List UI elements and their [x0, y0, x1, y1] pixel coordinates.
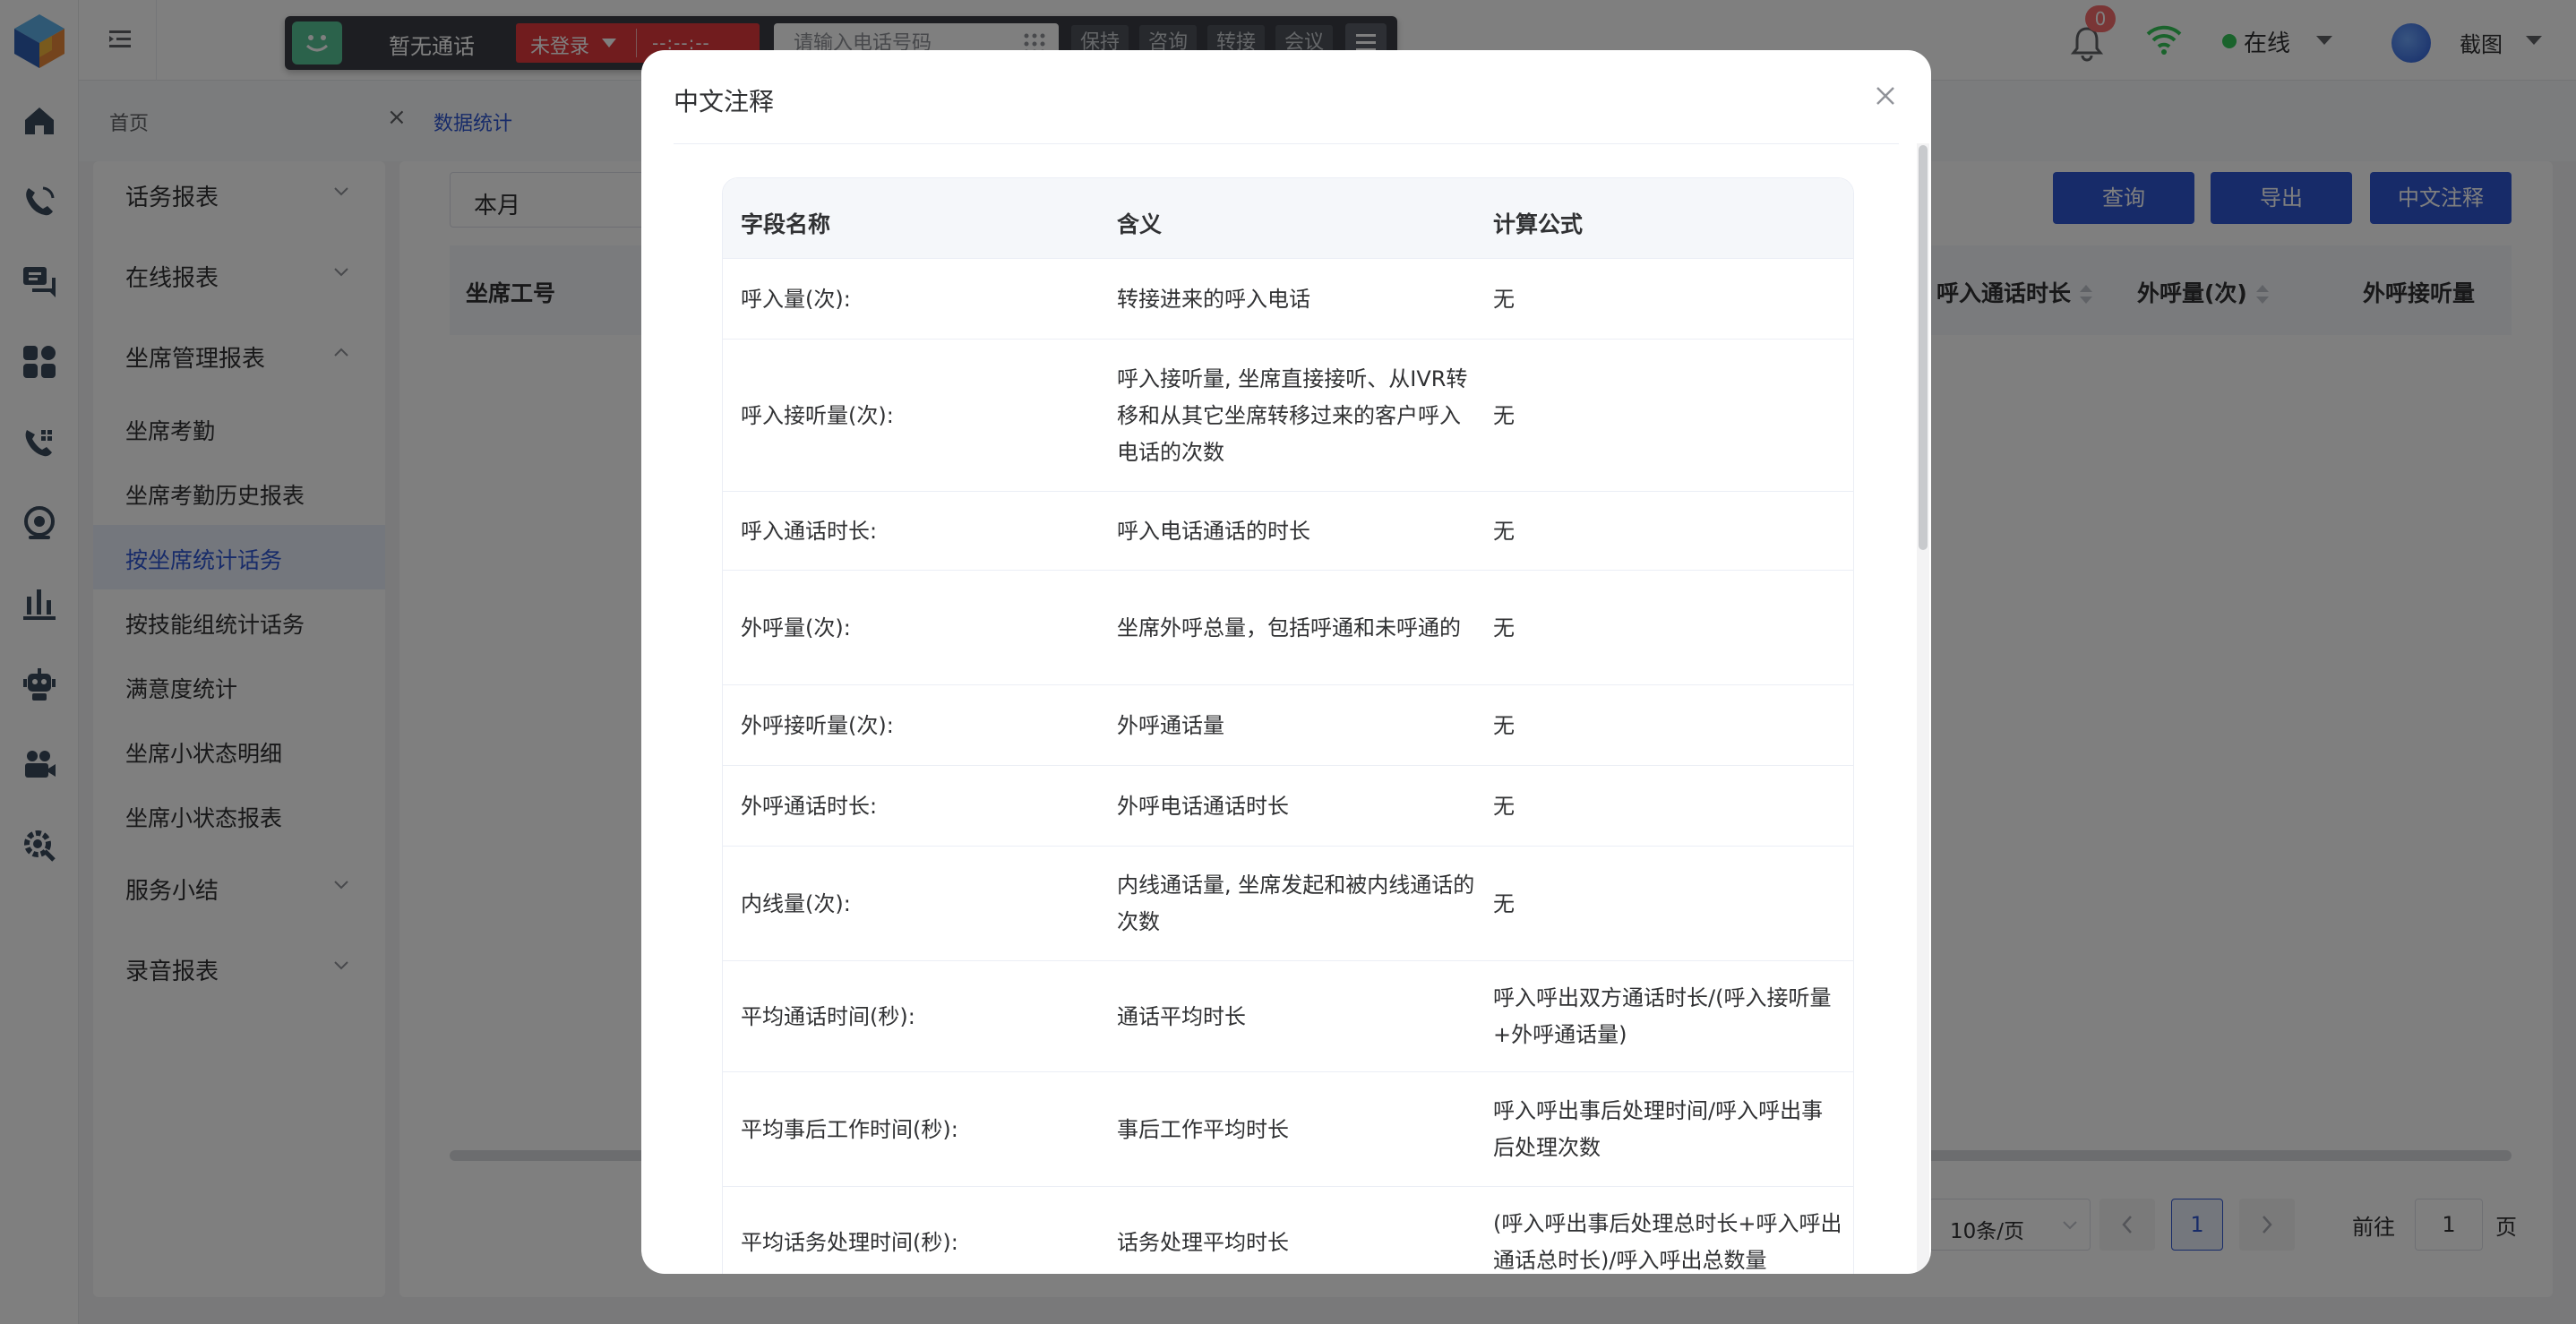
field-formula: 无 [1493, 712, 1515, 738]
field-name: 呼入通话时长: [741, 518, 878, 544]
field-meaning: 外呼通话量 [1117, 712, 1224, 738]
field-meaning: 内线通话量, 坐席发起和被内线通话的次数 [1117, 873, 1475, 934]
field-formula: 无 [1493, 402, 1515, 428]
table-row: 平均通话时间(秒): 通话平均时长 呼入呼出双方通话时长/(呼入接听量+外呼通话… [723, 961, 1853, 1072]
table-row: 外呼接听量(次): 外呼通话量 无 [723, 685, 1853, 766]
header-field-name: 字段名称 [741, 211, 831, 237]
field-formula: 无 [1493, 286, 1515, 312]
field-formula: 呼入呼出事后处理时间/呼入呼出事后处理次数 [1493, 1098, 1824, 1160]
header-meaning: 含义 [1117, 211, 1163, 237]
field-name: 外呼量(次): [741, 615, 851, 641]
table-row: 内线量(次): 内线通话量, 坐席发起和被内线通话的次数 无 [723, 847, 1853, 961]
field-meaning: 话务处理平均时长 [1117, 1229, 1289, 1255]
notes-table-header: 字段名称 含义 计算公式 [723, 178, 1853, 259]
close-icon[interactable] [1870, 81, 1901, 111]
table-row: 平均事后工作时间(秒): 事后工作平均时长 呼入呼出事后处理时间/呼入呼出事后处… [723, 1072, 1853, 1187]
field-name: 平均事后工作时间(秒): [741, 1116, 958, 1142]
field-name: 呼入量(次): [741, 286, 851, 312]
field-name: 外呼通话时长: [741, 793, 878, 819]
field-formula: 呼入呼出双方通话时长/(呼入接听量+外呼通话量) [1493, 985, 1832, 1047]
field-meaning: 坐席外呼总量，包括呼通和未呼通的 [1117, 615, 1461, 641]
header-formula: 计算公式 [1493, 211, 1584, 237]
field-formula: 无 [1493, 518, 1515, 544]
field-name: 呼入接听量(次): [741, 402, 894, 428]
field-name: 内线量(次): [741, 890, 851, 916]
chinese-notes-dialog: 中文注释 字段名称 含义 计算公式 呼入量(次): 转接进来的呼入电话 无 呼入… [641, 50, 1931, 1274]
table-row: 呼入通话时长: 呼入电话通话的时长 无 [723, 492, 1853, 571]
field-name: 外呼接听量(次): [741, 712, 894, 738]
field-name: 平均话务处理时间(秒): [741, 1229, 958, 1255]
divider [674, 143, 1899, 144]
table-row: 平均话务处理时间(秒): 话务处理平均时长 (呼入呼出事后处理总时长+呼入呼出通… [723, 1187, 1853, 1274]
table-row: 外呼量(次): 坐席外呼总量，包括呼通和未呼通的 无 [723, 571, 1853, 685]
field-meaning: 转接进来的呼入电话 [1117, 286, 1310, 312]
dialog-title: 中文注释 [674, 87, 775, 116]
field-formula: (呼入呼出事后处理总时长+呼入呼出通话总时长)/呼入呼出总数量 [1493, 1211, 1842, 1273]
table-row: 呼入量(次): 转接进来的呼入电话 无 [723, 259, 1853, 340]
field-meaning: 呼入电话通话的时长 [1117, 518, 1310, 544]
field-formula: 无 [1493, 615, 1515, 641]
field-formula: 无 [1493, 890, 1515, 916]
field-meaning: 呼入接听量, 坐席直接接听、从IVR转移和从其它坐席转移过来的客户呼入电话的次数 [1117, 365, 1468, 465]
field-meaning: 通话平均时长 [1117, 1003, 1246, 1029]
vertical-scrollbar[interactable] [1919, 145, 1928, 550]
table-row: 呼入接听量(次): 呼入接听量, 坐席直接接听、从IVR转移和从其它坐席转移过来… [723, 340, 1853, 492]
field-meaning: 事后工作平均时长 [1117, 1116, 1289, 1142]
field-name: 平均通话时间(秒): [741, 1003, 915, 1029]
notes-table: 字段名称 含义 计算公式 呼入量(次): 转接进来的呼入电话 无 呼入接听量(次… [722, 177, 1854, 1274]
table-row: 外呼通话时长: 外呼电话通话时长 无 [723, 766, 1853, 847]
field-meaning: 外呼电话通话时长 [1117, 793, 1289, 819]
field-formula: 无 [1493, 793, 1515, 819]
